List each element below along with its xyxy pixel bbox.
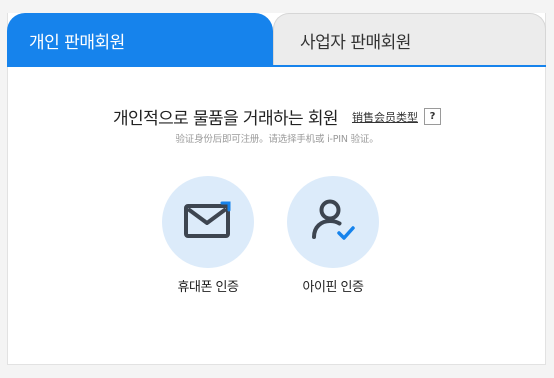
user-check-icon <box>308 195 358 249</box>
page-title: 개인적으로 물품을 거래하는 회원 <box>113 109 339 129</box>
member-type-tabs: 개인 판매회원 사업자 판매회원 <box>7 13 546 67</box>
phone-verification-circle <box>162 176 254 268</box>
ipin-verification-label: 아이핀 인증 <box>302 280 364 295</box>
phone-verification-button[interactable]: 휴대폰 인증 <box>162 176 254 295</box>
tab-business-label: 사업자 판매회원 <box>300 33 411 53</box>
envelope-icon <box>183 199 233 245</box>
phone-verification-label: 휴대폰 인증 <box>177 280 239 295</box>
tab-individual-seller[interactable]: 개인 판매회원 <box>7 13 273 67</box>
member-type-link[interactable]: 销售会员类型 <box>352 109 418 125</box>
ipin-verification-button[interactable]: 아이핀 인증 <box>287 176 379 295</box>
tab-business-seller[interactable]: 사업자 판매회원 <box>273 13 546 67</box>
tab-underline <box>7 65 546 67</box>
ipin-verification-circle <box>287 176 379 268</box>
headline: 개인적으로 물품을 거래하는 회원 销售会员类型 ? <box>0 104 554 129</box>
instruction-text: 验证身份后即可注册。请选择手机或 i-PIN 验证。 <box>175 134 379 145</box>
help-button[interactable]: ? <box>423 108 441 125</box>
tab-individual-label: 개인 판매회원 <box>29 32 125 53</box>
